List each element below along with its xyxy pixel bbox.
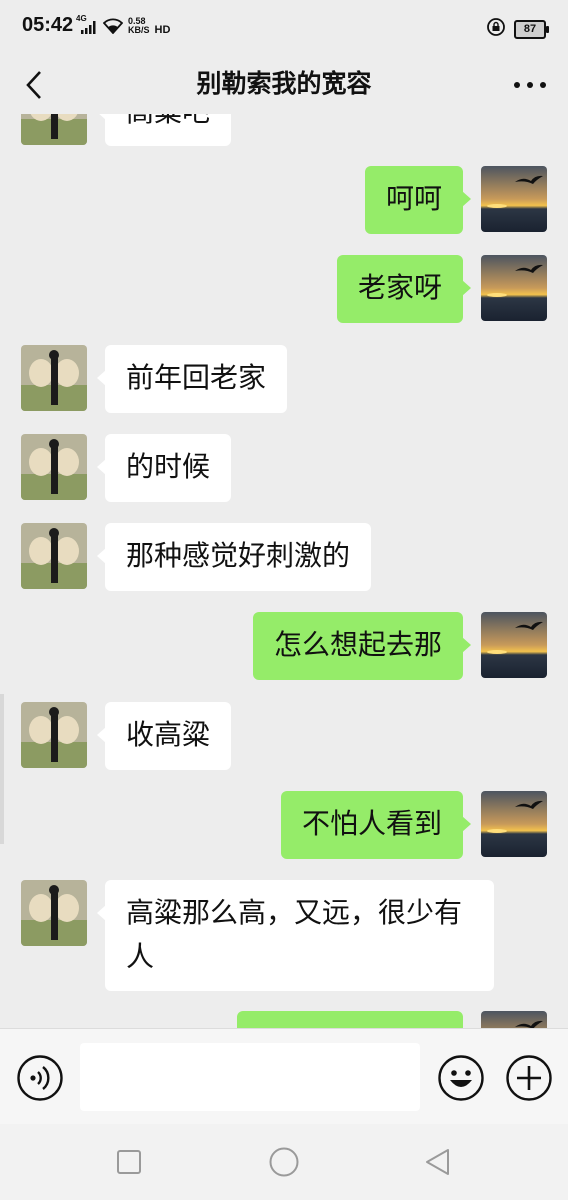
my-avatar[interactable] bbox=[481, 255, 547, 321]
hd-label: HD bbox=[154, 24, 171, 36]
my-avatar[interactable] bbox=[481, 1011, 547, 1028]
sent-bubble[interactable]: 怎么想起去那 bbox=[252, 612, 472, 680]
emoji-button[interactable] bbox=[437, 1054, 485, 1106]
received-bubble[interactable]: 高粱吧 bbox=[96, 114, 232, 146]
input-bar bbox=[0, 1028, 568, 1124]
home-icon bbox=[269, 1147, 299, 1177]
message-input[interactable] bbox=[80, 1043, 420, 1111]
received-bubble[interactable]: 前年回老家 bbox=[96, 345, 288, 413]
received-bubble[interactable]: 那种感觉好刺激的 bbox=[96, 523, 372, 591]
status-bar: 05:42 4G 0.58 KB/S HD 87 bbox=[0, 0, 568, 58]
message-row: 老家呀 bbox=[0, 255, 568, 325]
home-button[interactable] bbox=[268, 1146, 300, 1182]
message-row: 高粱那么高，又远，很少有人 bbox=[0, 880, 568, 992]
contact-avatar[interactable] bbox=[21, 880, 87, 946]
message-row: 前年回老家 bbox=[0, 345, 568, 415]
nav-back-button[interactable] bbox=[424, 1147, 452, 1181]
status-icons: 4G 0.58 KB/S HD bbox=[76, 14, 171, 36]
message-row: 怎么想起去那 bbox=[0, 612, 568, 682]
sent-bubble[interactable] bbox=[237, 1011, 463, 1028]
chat-title: 别勒索我的宽容 bbox=[196, 69, 372, 98]
recent-apps-button[interactable] bbox=[116, 1149, 142, 1179]
status-right: 87 bbox=[486, 17, 549, 41]
sent-bubble[interactable]: 呵呵 bbox=[364, 166, 472, 234]
sent-bubble[interactable]: 不怕人看到 bbox=[280, 791, 472, 859]
received-bubble[interactable]: 收高粱 bbox=[96, 702, 232, 770]
wifi-icon bbox=[103, 18, 123, 34]
rotation-lock-icon bbox=[486, 17, 506, 41]
message-row: 呵呵 bbox=[0, 166, 568, 236]
battery-icon: 87 bbox=[514, 19, 549, 39]
contact-avatar[interactable] bbox=[21, 114, 87, 145]
more-button[interactable] bbox=[510, 66, 550, 104]
more-functions-button[interactable] bbox=[505, 1054, 553, 1106]
my-avatar[interactable] bbox=[481, 791, 547, 857]
contact-avatar[interactable] bbox=[21, 523, 87, 589]
chat-header: 别勒索我的宽容 bbox=[0, 58, 568, 114]
message-row bbox=[0, 1011, 568, 1028]
my-avatar[interactable] bbox=[481, 166, 547, 232]
sent-bubble[interactable]: 老家呀 bbox=[336, 255, 472, 323]
contact-avatar[interactable] bbox=[21, 345, 87, 411]
message-row: 高粱吧 bbox=[0, 114, 568, 148]
contact-avatar[interactable] bbox=[21, 434, 87, 500]
received-bubble[interactable]: 的时候 bbox=[96, 434, 232, 502]
network-speed-unit: KB/S bbox=[128, 25, 150, 35]
signal-icon: 4G bbox=[76, 14, 98, 34]
back-icon bbox=[426, 1149, 449, 1175]
voice-button[interactable] bbox=[16, 1054, 64, 1106]
emoji-icon bbox=[438, 1055, 484, 1101]
message-row: 收高粱 bbox=[0, 702, 568, 772]
network-speed: 0.58 KB/S bbox=[128, 17, 150, 35]
recent-apps-icon bbox=[117, 1150, 141, 1174]
status-time: 05:42 bbox=[22, 14, 74, 36]
contact-avatar[interactable] bbox=[21, 702, 87, 768]
plus-icon bbox=[506, 1055, 552, 1101]
message-row: 那种感觉好刺激的 bbox=[0, 523, 568, 593]
message-row: 的时候 bbox=[0, 434, 568, 504]
ellipsis-icon bbox=[514, 82, 546, 88]
message-list[interactable]: 高粱吧 呵呵 老家呀 bbox=[0, 114, 568, 1028]
system-nav-bar bbox=[0, 1124, 568, 1200]
network-label: 4G bbox=[76, 14, 87, 23]
received-bubble[interactable]: 高粱那么高，又远，很少有人 bbox=[97, 880, 494, 991]
my-avatar[interactable] bbox=[481, 612, 547, 678]
message-row: 不怕人看到 bbox=[0, 791, 568, 861]
voice-icon bbox=[17, 1055, 63, 1101]
